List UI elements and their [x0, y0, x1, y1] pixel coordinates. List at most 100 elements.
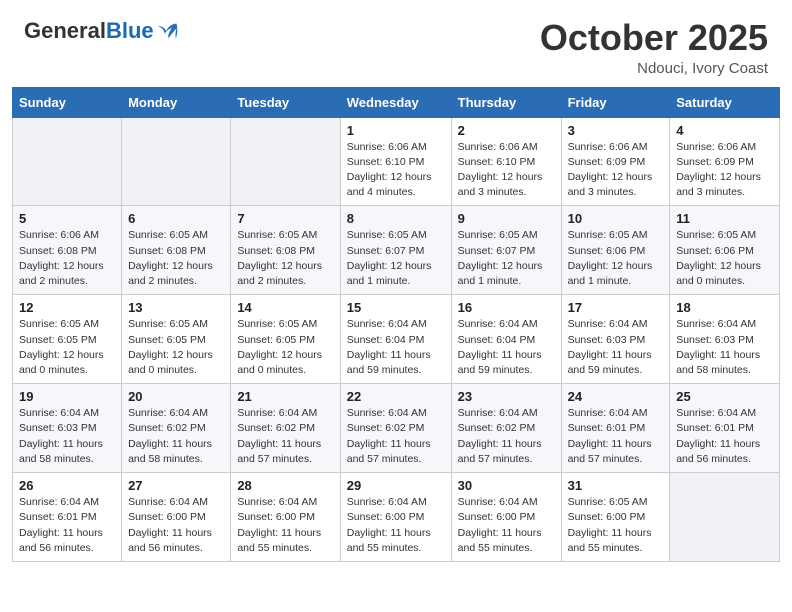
day-info: Sunrise: 6:04 AM Sunset: 6:02 PM Dayligh…: [237, 406, 333, 467]
weekday-header-wednesday: Wednesday: [340, 87, 451, 117]
weekday-header-tuesday: Tuesday: [231, 87, 340, 117]
day-number: 25: [676, 389, 773, 404]
day-number: 27: [128, 478, 224, 493]
day-number: 12: [19, 300, 115, 315]
day-number: 9: [458, 211, 555, 226]
calendar-cell: [13, 117, 122, 206]
logo-blue: Blue: [106, 18, 154, 44]
calendar-cell: 3 Sunrise: 6:06 AM Sunset: 6:09 PM Daylig…: [561, 117, 670, 206]
calendar-cell: 21Sunrise: 6:04 AM Sunset: 6:02 PM Dayli…: [231, 384, 340, 473]
calendar-cell: 11 Sunrise: 6:05 AM Sunset: 6:06 PM Dayli…: [670, 206, 780, 295]
day-number: 15: [347, 300, 445, 315]
calendar-cell: 20Sunrise: 6:04 AM Sunset: 6:02 PM Dayli…: [122, 384, 231, 473]
calendar-cell: 27 Sunrise: 6:04 AM Sunset: 6:00 PM Dayli…: [122, 473, 231, 562]
calendar-cell: 13 Sunrise: 6:05 AM Sunset: 6:05 PM Dayli…: [122, 295, 231, 384]
weekday-header-monday: Monday: [122, 87, 231, 117]
day-info: Sunrise: 6:04 AM Sunset: 6:02 PM Dayligh…: [347, 406, 445, 467]
weekday-header-sunday: Sunday: [13, 87, 122, 117]
calendar-cell: 12Sunrise: 6:05 AM Sunset: 6:05 PM Dayli…: [13, 295, 122, 384]
weekday-header-row: SundayMondayTuesdayWednesdayThursdayFrid…: [13, 87, 780, 117]
calendar-cell: 14Sunrise: 6:05 AM Sunset: 6:05 PM Dayli…: [231, 295, 340, 384]
day-info: Sunrise: 6:05 AM Sunset: 6:08 PM Dayligh…: [128, 228, 224, 289]
calendar-cell: [231, 117, 340, 206]
day-number: 10: [568, 211, 664, 226]
calendar-cell: 30 Sunrise: 6:04 AM Sunset: 6:00 PM Dayli…: [451, 473, 561, 562]
calendar-location: Ndouci, Ivory Coast: [540, 60, 768, 77]
calendar-cell: 22 Sunrise: 6:04 AM Sunset: 6:02 PM Dayli…: [340, 384, 451, 473]
logo-bird-icon: [156, 20, 178, 42]
day-number: 16: [458, 300, 555, 315]
calendar-week-1: 1 Sunrise: 6:06 AM Sunset: 6:10 PM Daylig…: [13, 117, 780, 206]
day-info: Sunrise: 6:06 AM Sunset: 6:09 PM Dayligh…: [568, 140, 664, 201]
day-info: Sunrise: 6:05 AM Sunset: 6:06 PM Dayligh…: [568, 228, 664, 289]
day-number: 28: [237, 478, 333, 493]
logo: GeneralBlue: [24, 18, 178, 44]
day-number: 18: [676, 300, 773, 315]
calendar-cell: 8Sunrise: 6:05 AM Sunset: 6:07 PM Daylig…: [340, 206, 451, 295]
weekday-header-friday: Friday: [561, 87, 670, 117]
calendar-cell: 23Sunrise: 6:04 AM Sunset: 6:02 PM Dayli…: [451, 384, 561, 473]
day-info: Sunrise: 6:04 AM Sunset: 6:01 PM Dayligh…: [676, 406, 773, 467]
calendar-cell: 4 Sunrise: 6:06 AM Sunset: 6:09 PM Daylig…: [670, 117, 780, 206]
day-info: Sunrise: 6:04 AM Sunset: 6:01 PM Dayligh…: [19, 495, 115, 556]
day-info: Sunrise: 6:05 AM Sunset: 6:07 PM Dayligh…: [347, 228, 445, 289]
day-number: 23: [458, 389, 555, 404]
day-number: 11: [676, 211, 773, 226]
day-info: Sunrise: 6:04 AM Sunset: 6:04 PM Dayligh…: [347, 317, 445, 378]
weekday-header-thursday: Thursday: [451, 87, 561, 117]
calendar-cell: 1Sunrise: 6:06 AM Sunset: 6:10 PM Daylig…: [340, 117, 451, 206]
day-info: Sunrise: 6:04 AM Sunset: 6:04 PM Dayligh…: [458, 317, 555, 378]
day-number: 1: [347, 123, 445, 138]
day-info: Sunrise: 6:06 AM Sunset: 6:08 PM Dayligh…: [19, 228, 115, 289]
calendar-cell: [122, 117, 231, 206]
day-number: 29: [347, 478, 445, 493]
day-number: 4: [676, 123, 773, 138]
day-info: Sunrise: 6:05 AM Sunset: 6:05 PM Dayligh…: [128, 317, 224, 378]
calendar-week-2: 5 Sunrise: 6:06 AM Sunset: 6:08 PM Daylig…: [13, 206, 780, 295]
day-info: Sunrise: 6:05 AM Sunset: 6:00 PM Dayligh…: [568, 495, 664, 556]
day-number: 3: [568, 123, 664, 138]
day-info: Sunrise: 6:05 AM Sunset: 6:05 PM Dayligh…: [237, 317, 333, 378]
calendar-cell: 10 Sunrise: 6:05 AM Sunset: 6:06 PM Dayli…: [561, 206, 670, 295]
calendar-cell: 9Sunrise: 6:05 AM Sunset: 6:07 PM Daylig…: [451, 206, 561, 295]
calendar-cell: 16 Sunrise: 6:04 AM Sunset: 6:04 PM Dayli…: [451, 295, 561, 384]
calendar-week-5: 26 Sunrise: 6:04 AM Sunset: 6:01 PM Dayli…: [13, 473, 780, 562]
day-number: 2: [458, 123, 555, 138]
day-number: 22: [347, 389, 445, 404]
calendar-cell: 5 Sunrise: 6:06 AM Sunset: 6:08 PM Daylig…: [13, 206, 122, 295]
weekday-header-saturday: Saturday: [670, 87, 780, 117]
day-number: 17: [568, 300, 664, 315]
calendar-header: SundayMondayTuesdayWednesdayThursdayFrid…: [13, 87, 780, 117]
calendar-cell: 24Sunrise: 6:04 AM Sunset: 6:01 PM Dayli…: [561, 384, 670, 473]
day-info: Sunrise: 6:04 AM Sunset: 6:00 PM Dayligh…: [128, 495, 224, 556]
calendar-cell: 2 Sunrise: 6:06 AM Sunset: 6:10 PM Daylig…: [451, 117, 561, 206]
day-info: Sunrise: 6:05 AM Sunset: 6:08 PM Dayligh…: [237, 228, 333, 289]
calendar-cell: 6Sunrise: 6:05 AM Sunset: 6:08 PM Daylig…: [122, 206, 231, 295]
calendar-week-3: 12 Sunrise: 6:05 AM Sunset: 6:05 PM Dayli…: [13, 295, 780, 384]
calendar-body: 1 Sunrise: 6:06 AM Sunset: 6:10 PM Daylig…: [13, 117, 780, 561]
day-number: 26: [19, 478, 115, 493]
calendar-cell: 18 Sunrise: 6:04 AM Sunset: 6:03 PM Dayli…: [670, 295, 780, 384]
calendar-cell: 29Sunrise: 6:04 AM Sunset: 6:00 PM Dayli…: [340, 473, 451, 562]
logo-general: General: [24, 18, 106, 44]
day-number: 24: [568, 389, 664, 404]
day-number: 20: [128, 389, 224, 404]
day-info: Sunrise: 6:04 AM Sunset: 6:00 PM Dayligh…: [237, 495, 333, 556]
day-info: Sunrise: 6:04 AM Sunset: 6:00 PM Dayligh…: [458, 495, 555, 556]
calendar-title: October 2025: [540, 18, 768, 58]
day-info: Sunrise: 6:05 AM Sunset: 6:06 PM Dayligh…: [676, 228, 773, 289]
day-number: 13: [128, 300, 224, 315]
day-info: Sunrise: 6:04 AM Sunset: 6:03 PM Dayligh…: [676, 317, 773, 378]
calendar-cell: 19Sunrise: 6:04 AM Sunset: 6:03 PM Dayli…: [13, 384, 122, 473]
day-info: Sunrise: 6:06 AM Sunset: 6:10 PM Dayligh…: [458, 140, 555, 201]
calendar-cell: [670, 473, 780, 562]
title-block: October 2025 Ndouci, Ivory Coast: [540, 18, 768, 77]
day-number: 5: [19, 211, 115, 226]
day-number: 30: [458, 478, 555, 493]
calendar-cell: 31Sunrise: 6:05 AM Sunset: 6:00 PM Dayli…: [561, 473, 670, 562]
calendar-week-4: 19Sunrise: 6:04 AM Sunset: 6:03 PM Dayli…: [13, 384, 780, 473]
day-info: Sunrise: 6:06 AM Sunset: 6:09 PM Dayligh…: [676, 140, 773, 201]
day-number: 19: [19, 389, 115, 404]
calendar-cell: 17Sunrise: 6:04 AM Sunset: 6:03 PM Dayli…: [561, 295, 670, 384]
calendar-cell: 7Sunrise: 6:05 AM Sunset: 6:08 PM Daylig…: [231, 206, 340, 295]
